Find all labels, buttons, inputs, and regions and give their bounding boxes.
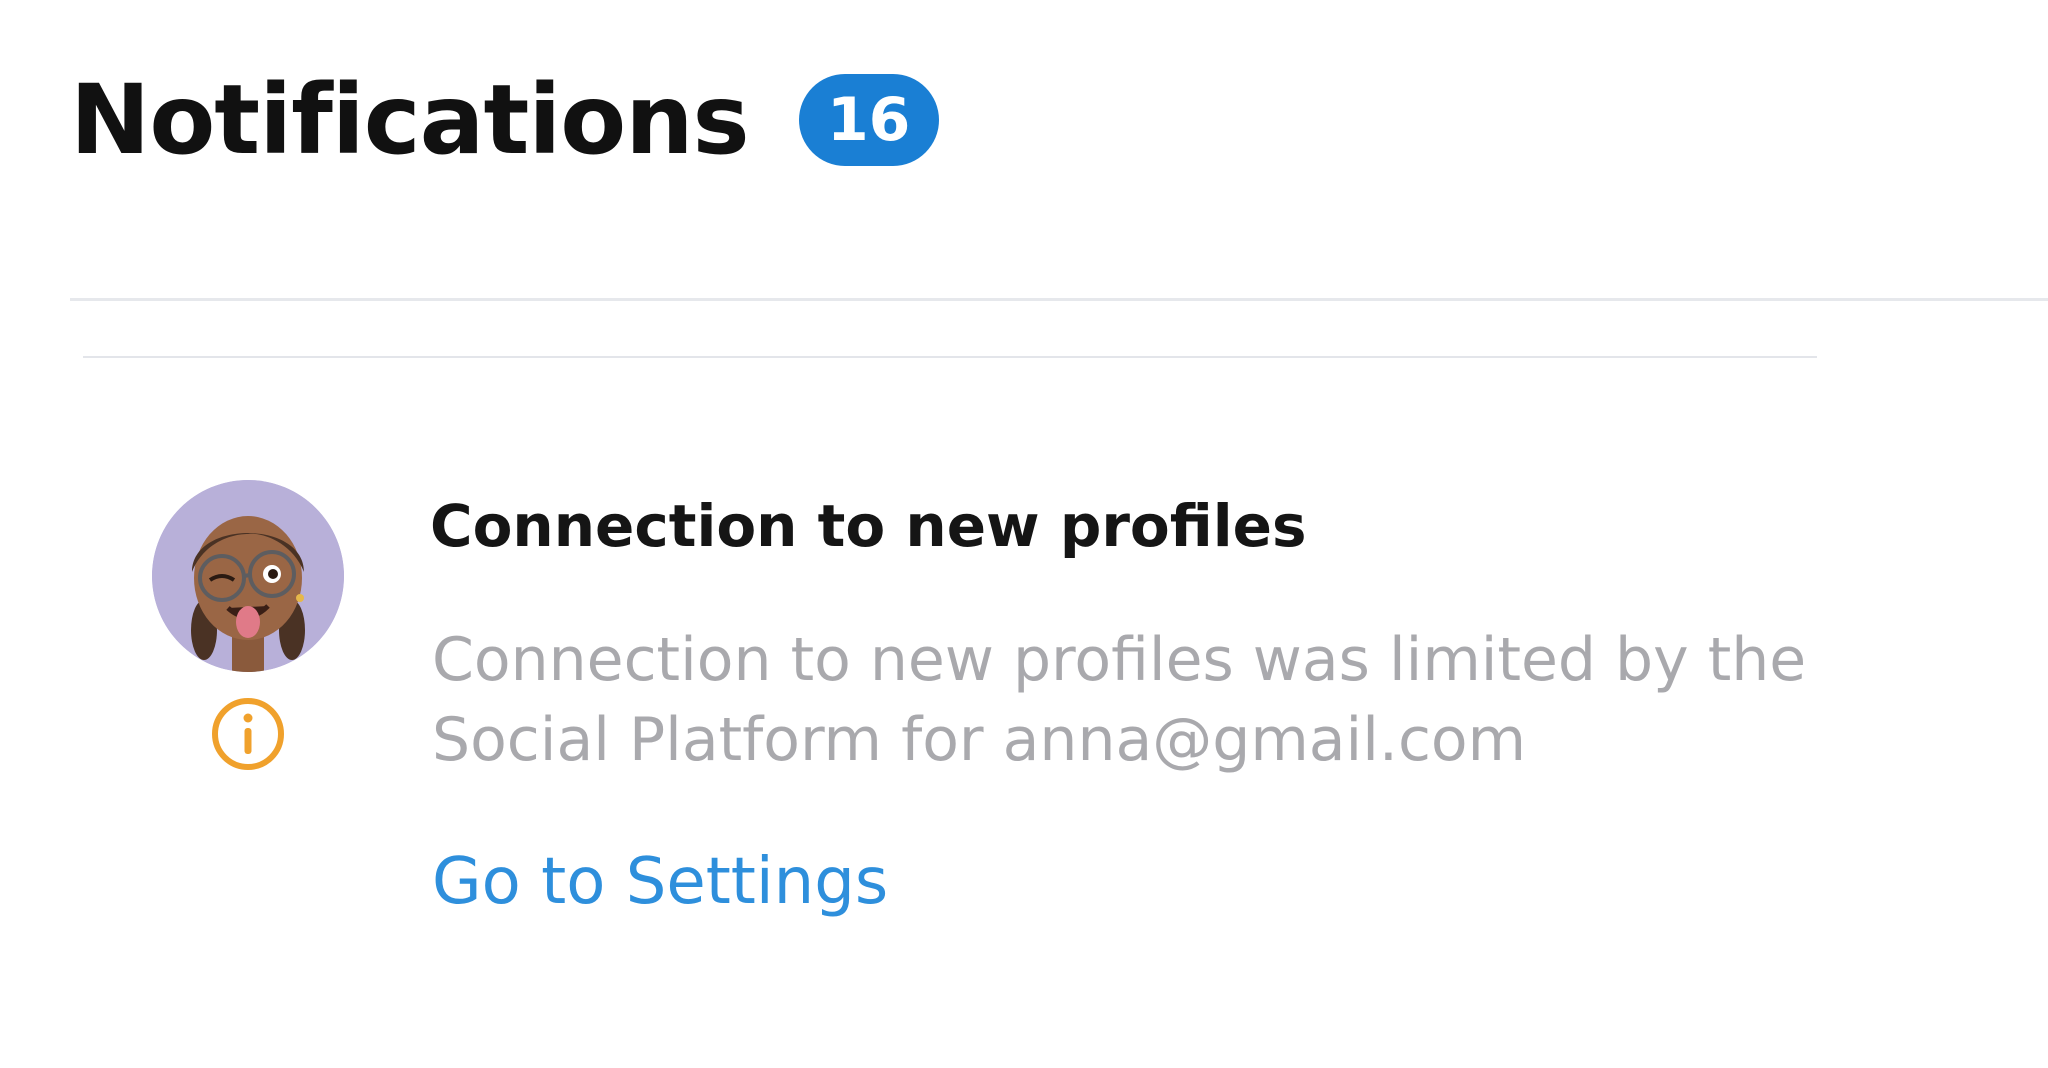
notifications-page: Notifications 16 Connection to new profi…: [0, 0, 2048, 1068]
notification-item: Connection to new profiles Connection to…: [150, 480, 1850, 940]
notification-count-badge: 16: [798, 74, 939, 166]
notifications-header: Notifications 16: [70, 72, 939, 168]
page-title: Notifications: [70, 64, 750, 176]
avatar: [152, 480, 344, 672]
notification-body: Connection to new profiles was limited b…: [432, 625, 1807, 775]
info-icon: [212, 698, 284, 770]
go-to-settings-link[interactable]: Go to Settings: [432, 845, 888, 919]
header-divider: [70, 298, 2048, 301]
memoji-avatar-icon: [152, 480, 344, 672]
list-divider: [83, 356, 1817, 358]
notification-title: Connection to new profiles: [430, 492, 1307, 560]
